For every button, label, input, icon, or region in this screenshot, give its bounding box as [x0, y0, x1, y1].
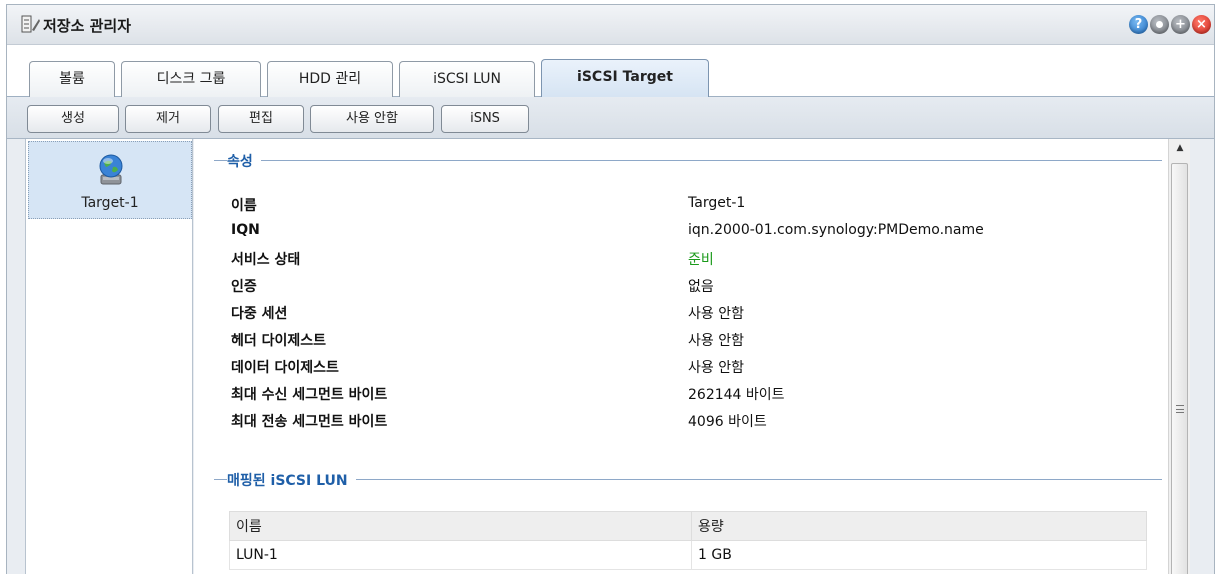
section-divider: [214, 160, 1162, 161]
prop-label: IQN: [231, 222, 260, 238]
scroll-up-arrow-icon[interactable]: ▲: [1169, 143, 1191, 159]
minimize-button[interactable]: [1150, 15, 1169, 34]
disable-button[interactable]: 사용 안함: [310, 105, 434, 133]
prop-label: 헤더 다이제스트: [231, 333, 327, 349]
scroll-grip-icon: [1176, 405, 1184, 413]
prop-label: 서비스 상태: [231, 252, 301, 268]
vertical-scrollbar[interactable]: ▲: [1168, 139, 1190, 574]
prop-value-service-status: 준비: [688, 252, 714, 268]
tab-strip: 볼륨 디스크 그룹 HDD 관리 iSCSI LUN iSCSI Target: [7, 45, 1214, 97]
storage-manager-window: 저장소 관리자 ? + × 볼륨 디스크 그룹 HDD 관리 iSCSI LUN…: [6, 4, 1215, 574]
prop-label: 최대 전송 세그먼트 바이트: [231, 414, 388, 430]
lun-capacity-cell: 1 GB: [691, 540, 1147, 570]
target-list-item[interactable]: Target-1: [28, 141, 192, 219]
prop-label: 최대 수신 세그먼트 바이트: [231, 387, 388, 403]
mapped-lun-table: 이름 용량 LUN-1 1 GB: [229, 511, 1147, 570]
table-row[interactable]: LUN-1 1 GB: [229, 540, 1147, 570]
properties-section-title: 속성: [227, 151, 261, 171]
prop-label: 데이터 다이제스트: [231, 360, 339, 376]
tab-iscsi-lun[interactable]: iSCSI LUN: [399, 61, 535, 97]
lun-name-cell: LUN-1: [229, 540, 692, 570]
tab-hdd-management[interactable]: HDD 관리: [267, 61, 393, 97]
globe-target-icon: [99, 154, 123, 185]
section-divider: [214, 479, 1162, 480]
prop-label: 다중 세션: [231, 306, 288, 322]
prop-value-multi-session: 사용 안함: [688, 306, 744, 322]
tab-iscsi-target[interactable]: iSCSI Target: [541, 59, 709, 97]
table-header-row: 이름 용량: [229, 511, 1147, 541]
prop-value-iqn: iqn.2000-01.com.synology:PMDemo.name: [688, 222, 984, 238]
help-button[interactable]: ?: [1129, 15, 1148, 34]
prop-label: 인증: [231, 279, 257, 295]
prop-value-auth: 없음: [688, 279, 714, 295]
window-frame-right: [1191, 139, 1214, 574]
create-button[interactable]: 생성: [27, 105, 119, 133]
storage-manager-icon: [21, 15, 40, 33]
toolbar: 생성 제거 편집 사용 안함 iSNS: [7, 97, 1214, 139]
scroll-thumb[interactable]: [1171, 163, 1188, 574]
target-list: Target-1: [25, 139, 193, 574]
prop-value-name: Target-1: [688, 195, 746, 211]
tab-volume[interactable]: 볼륨: [29, 61, 115, 97]
window-title: 저장소 관리자: [43, 17, 132, 35]
tab-disk-group[interactable]: 디스크 그룹: [121, 61, 261, 97]
column-header-name[interactable]: 이름: [229, 511, 692, 541]
title-bar[interactable]: 저장소 관리자 ? + ×: [7, 5, 1214, 45]
target-details-panel: 속성 이름 Target-1 IQN iqn.2000-01.com.synol…: [194, 139, 1168, 574]
remove-button[interactable]: 제거: [125, 105, 211, 133]
close-button[interactable]: ×: [1192, 15, 1211, 34]
prop-value-header-digest: 사용 안함: [688, 333, 744, 349]
column-header-capacity[interactable]: 용량: [691, 511, 1147, 541]
maximize-button[interactable]: +: [1171, 15, 1190, 34]
prop-value-max-recv: 262144 바이트: [688, 387, 785, 403]
target-label: Target-1: [81, 195, 139, 211]
prop-label: 이름: [231, 198, 257, 214]
prop-value-max-send: 4096 바이트: [688, 414, 767, 430]
isns-button[interactable]: iSNS: [441, 105, 529, 133]
mapped-lun-section-title: 매핑된 iSCSI LUN: [227, 470, 356, 490]
edit-button[interactable]: 편집: [218, 105, 304, 133]
prop-value-data-digest: 사용 안함: [688, 360, 744, 376]
